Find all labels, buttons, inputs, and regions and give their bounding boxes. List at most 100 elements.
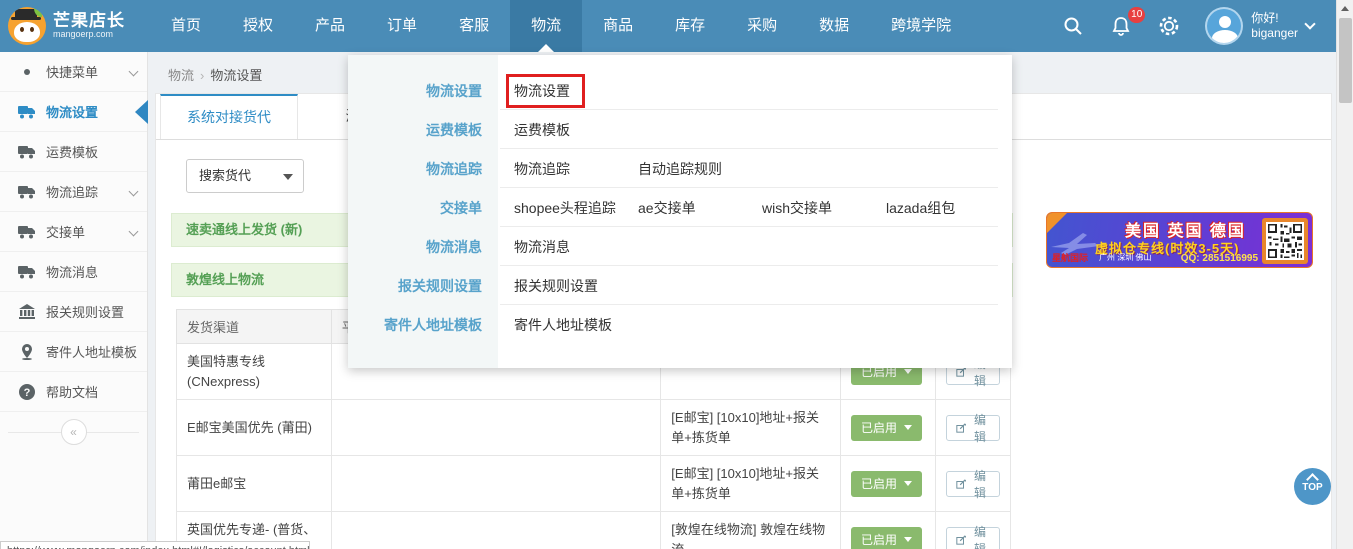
dropdown-category: 运费模板 xyxy=(426,121,482,138)
dropdown-item[interactable]: 运费模板 xyxy=(514,120,638,140)
dropdown-item[interactable]: 寄件人地址模板 xyxy=(514,315,638,335)
browser-scrollbar[interactable] xyxy=(1336,0,1353,549)
nav-item-3[interactable]: 产品 xyxy=(294,0,366,52)
breadcrumb-separator: › xyxy=(200,68,205,83)
dropdown-category: 报关规则设置 xyxy=(398,277,482,294)
sidebar-item-1[interactable]: 快捷菜单 xyxy=(0,52,147,92)
chevron-down-icon xyxy=(128,186,139,197)
nav-item-6[interactable]: 物流 xyxy=(510,0,583,52)
dropdown-category: 物流追踪 xyxy=(426,160,482,177)
sidebar-item-label: 帮助文档 xyxy=(46,385,99,400)
nav-item-2[interactable]: 授权 xyxy=(222,0,294,52)
sidebar-item-label: 寄件人地址模板 xyxy=(46,345,138,360)
user-menu[interactable]: 你好! biganger xyxy=(1205,7,1316,45)
edit-button[interactable]: 编辑 xyxy=(945,525,1000,549)
platform-cell xyxy=(330,511,662,549)
nav-item-5[interactable]: 客服 xyxy=(438,0,510,52)
nav-item-8[interactable]: 库存 xyxy=(654,0,726,52)
dropdown-category: 物流消息 xyxy=(426,238,482,255)
sidebar-item-label: 物流追踪 xyxy=(46,185,99,200)
bell-icon[interactable]: 10 xyxy=(1109,7,1146,38)
platform-cell xyxy=(330,399,662,456)
status-cell: 已启用 xyxy=(840,511,936,549)
nav-item-11[interactable]: 跨境学院 xyxy=(870,0,972,52)
notification-badge: 10 xyxy=(1128,7,1146,23)
dropdown-row: 物流消息 物流消息 xyxy=(348,227,1012,266)
dropdown-item[interactable]: wish交接单 xyxy=(762,198,886,218)
dropdown-row: 物流设置 物流设置 xyxy=(348,71,1012,110)
nav-item-4[interactable]: 订单 xyxy=(366,0,438,52)
left-sidebar: 快捷菜单物流设置 运费模板物流追踪交接单物流消息报关规则设置寄件人地址模板 ? 帮助文… xyxy=(0,52,148,549)
status-enabled-button[interactable]: 已启用 xyxy=(851,526,923,549)
sidebar-item-8[interactable]: 寄件人地址模板 xyxy=(0,332,147,372)
pencil-icon xyxy=(956,422,966,433)
logistics-dropdown-menu: 物流设置 物流设置 运费模板 运费模板 物流追踪 物流追踪 自动追踪规则 交接单 shopee头… xyxy=(348,55,1012,368)
breadcrumb-parent[interactable]: 物流 xyxy=(168,68,194,83)
select-caret-icon xyxy=(283,174,293,180)
caret-down-icon xyxy=(904,481,913,486)
greeting-text: 你好! xyxy=(1251,11,1279,25)
nav-item-10[interactable]: 数据 xyxy=(798,0,870,52)
sidebar-item-5[interactable]: 交接单 xyxy=(0,212,147,252)
breadcrumb-current: 物流设置 xyxy=(210,68,263,83)
sidebar-item-label: 物流消息 xyxy=(46,265,99,280)
sidebar-item-4[interactable]: 物流追踪 xyxy=(0,172,147,212)
pencil-icon xyxy=(956,534,966,545)
edit-button[interactable]: 编辑 xyxy=(945,469,1000,500)
dropdown-item-group: 物流消息 xyxy=(498,237,1012,266)
dropdown-item[interactable]: lazada组包 xyxy=(886,198,1010,218)
forwarder-search-select[interactable]: 搜索货代 xyxy=(186,159,304,193)
dropdown-item[interactable]: ae交接单 xyxy=(638,198,762,218)
dropdown-category: 寄件人地址模板 xyxy=(384,316,482,333)
nav-item-7[interactable]: 商品 xyxy=(582,0,654,52)
sidebar-item-6[interactable]: 物流消息 xyxy=(0,252,147,292)
gear-icon[interactable] xyxy=(1157,14,1181,38)
channel-name: E邮宝美国优先 (莆田) xyxy=(176,399,332,456)
dropdown-item[interactable]: 物流追踪 xyxy=(514,159,638,179)
sidebar-item-2[interactable]: 物流设置 xyxy=(0,92,148,132)
dropdown-item-highlighted[interactable]: 物流设置 xyxy=(506,73,585,108)
avatar xyxy=(1205,7,1244,45)
platform-cell xyxy=(330,455,662,512)
table-header-1: 发货渠道 xyxy=(176,309,332,344)
sidebar-item-3[interactable]: 运费模板 xyxy=(0,132,147,172)
logo-title: 芒果店长 xyxy=(53,11,125,31)
dropdown-item[interactable]: shopee头程追踪 xyxy=(514,198,638,218)
dropdown-item[interactable]: 报关规则设置 xyxy=(514,276,638,296)
truck-icon xyxy=(18,263,36,281)
action-cell: 编辑 xyxy=(934,511,1012,549)
action-cell: 编辑 xyxy=(934,455,1012,512)
label-template-cell: [敦煌在线物流] 敦煌在线物流 xyxy=(660,511,842,549)
tab-system-forwarder[interactable]: 系统对接货代 xyxy=(160,94,298,139)
dropdown-item-group: 物流设置 xyxy=(498,73,1012,110)
back-to-top-button[interactable]: TOP xyxy=(1294,468,1331,505)
edit-button[interactable]: 编辑 xyxy=(945,413,1000,444)
scrollbar-thumb[interactable] xyxy=(1339,18,1352,103)
dropdown-item-group: 物流追踪 自动追踪规则 xyxy=(498,159,1012,188)
ad-qq-contact: QQ: 2851516995 xyxy=(1180,253,1258,264)
sidebar-item-label: 交接单 xyxy=(46,225,86,240)
channel-name: 莆田e邮宝 xyxy=(176,455,332,512)
sidebar-item-9[interactable]: ? 帮助文档 xyxy=(0,372,147,412)
sidebar-item-label: 快捷菜单 xyxy=(46,65,99,80)
truck-icon xyxy=(18,103,36,121)
ad-banner[interactable]: 美国 英国 德国 虚拟仓专线(时效3-5天) 星航国际 广州 深圳 佛山 QQ:… xyxy=(1046,212,1313,268)
nav-item-9[interactable]: 采购 xyxy=(726,0,798,52)
status-enabled-button[interactable]: 已启用 xyxy=(851,470,923,497)
nav-item-1[interactable]: 首页 xyxy=(150,0,222,52)
dropdown-item[interactable]: 自动追踪规则 xyxy=(638,159,762,179)
dropdown-row: 物流追踪 物流追踪 自动追踪规则 xyxy=(348,149,1012,188)
dropdown-row: 寄件人地址模板 寄件人地址模板 xyxy=(348,305,1012,344)
dropdown-item[interactable]: 物流消息 xyxy=(514,237,638,257)
sidebar-collapse-button[interactable]: « xyxy=(60,419,87,445)
status-enabled-button[interactable]: 已启用 xyxy=(851,414,923,441)
caret-down-icon xyxy=(904,537,913,542)
search-icon[interactable] xyxy=(1061,14,1085,38)
scrollbar-up-arrow[interactable] xyxy=(1337,0,1353,17)
qr-code xyxy=(1262,218,1308,264)
sidebar-item-7[interactable]: 报关规则设置 xyxy=(0,292,147,332)
dropdown-item-group: 运费模板 xyxy=(498,120,1012,149)
app-logo[interactable]: 芒果店长 mangoerp.com xyxy=(0,7,150,45)
caret-down-icon xyxy=(904,369,913,374)
status-label: 已启用 xyxy=(861,533,898,547)
